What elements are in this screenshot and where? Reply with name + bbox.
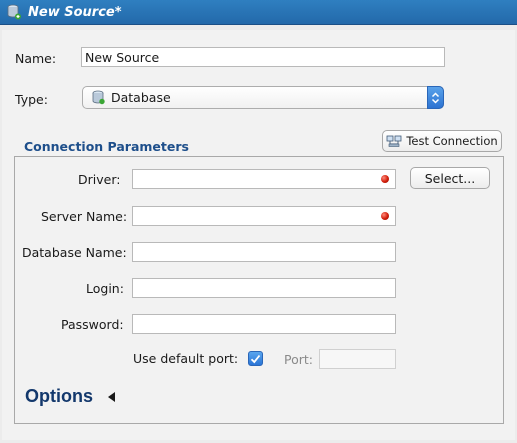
login-label: Login:: [86, 281, 124, 296]
driver-label: Driver:: [78, 172, 121, 187]
driver-input[interactable]: [133, 170, 395, 188]
select-driver-button[interactable]: Select...: [410, 167, 490, 189]
type-select[interactable]: Database: [82, 86, 444, 109]
database-icon: [7, 4, 21, 20]
port-input[interactable]: [320, 350, 395, 368]
database-icon: [92, 90, 105, 105]
connection-parameters-title: Connection Parameters: [24, 139, 189, 154]
window-title: New Source*: [28, 4, 122, 20]
select-button-label: Select...: [424, 170, 476, 186]
test-connection-label: Test Connection: [406, 134, 498, 148]
type-label: Type:: [15, 92, 48, 107]
server-name-label: Server Name:: [41, 209, 128, 224]
server-name-input[interactable]: [133, 207, 395, 225]
port-field[interactable]: [319, 349, 396, 369]
name-field[interactable]: [81, 47, 445, 67]
connection-test-icon: [386, 134, 402, 148]
password-input[interactable]: [133, 315, 395, 333]
database-name-label: Database Name:: [22, 245, 127, 260]
title-bar: New Source*: [0, 0, 517, 25]
options-toggle[interactable]: Options: [25, 386, 93, 407]
password-label: Password:: [61, 317, 124, 332]
name-label: Name:: [15, 51, 57, 66]
driver-field[interactable]: [132, 169, 396, 189]
database-name-field[interactable]: [132, 242, 396, 262]
default-port-label: Use default port:: [133, 351, 239, 366]
checkmark-icon: [250, 354, 261, 363]
default-port-checkbox[interactable]: [248, 351, 263, 366]
required-indicator-icon: [381, 212, 389, 220]
test-connection-button[interactable]: Test Connection: [382, 130, 502, 152]
database-name-input[interactable]: [133, 243, 395, 261]
updown-arrows-icon[interactable]: [427, 86, 444, 109]
type-select-value: Database: [111, 90, 171, 105]
required-indicator-icon: [381, 175, 389, 183]
password-field[interactable]: [132, 314, 396, 334]
name-input[interactable]: [82, 48, 444, 66]
port-label: Port:: [284, 352, 313, 367]
collapse-triangle-icon[interactable]: [108, 391, 116, 405]
login-field[interactable]: [132, 278, 396, 298]
login-input[interactable]: [133, 279, 395, 297]
server-name-field[interactable]: [132, 206, 396, 226]
